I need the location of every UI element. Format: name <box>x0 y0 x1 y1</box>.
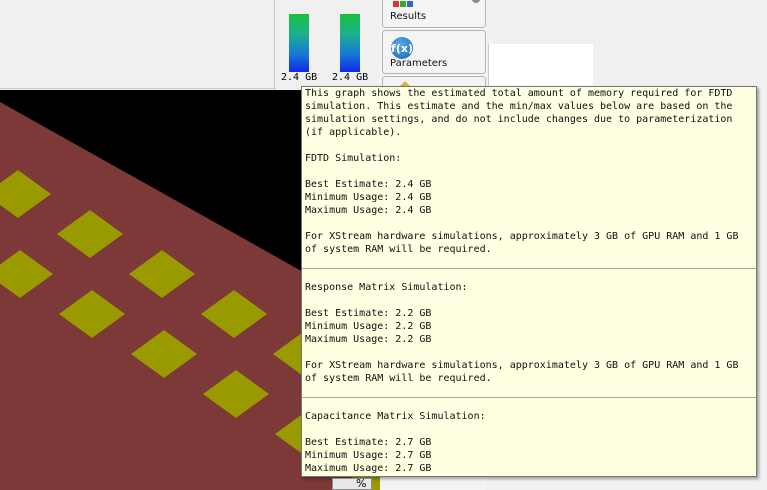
memory-panel <box>0 0 309 89</box>
tooltip-intro: This graph shows the estimated total amo… <box>305 88 739 138</box>
parameters-button[interactable]: f(x) Parameters <box>382 30 486 74</box>
fdtd-best-estimate: Best Estimate: 2.4 GB <box>305 179 432 190</box>
memory-bar-secondary[interactable] <box>340 14 360 72</box>
fdtd-xstream-note: For XStream hardware simulations, approx… <box>305 231 745 255</box>
response-minimum-usage: Minimum Usage: 2.2 GB <box>305 321 432 332</box>
capacitance-maximum-usage: Maximum Usage: 2.7 GB <box>305 463 432 474</box>
results-button[interactable]: Results <box>382 0 486 28</box>
parameters-label: Parameters <box>390 58 448 69</box>
response-section-title: Response Matrix Simulation: <box>305 282 468 293</box>
response-xstream-note: For XStream hardware simulations, approx… <box>305 360 745 384</box>
capacitance-minimum-usage: Minimum Usage: 2.7 GB <box>305 450 432 461</box>
fdtd-minimum-usage: Minimum Usage: 2.4 GB <box>305 192 432 203</box>
results-label: Results <box>390 11 427 22</box>
capacitance-best-estimate: Best Estimate: 2.7 GB <box>305 437 432 448</box>
tooltip-separator <box>302 268 756 269</box>
dropdown-corner-icon <box>471 0 481 3</box>
fdtd-maximum-usage: Maximum Usage: 2.4 GB <box>305 205 432 216</box>
memory-bar-label-2: 2.4 GB <box>332 72 369 83</box>
memory-estimate-tooltip: This graph shows the estimated total amo… <box>301 86 757 477</box>
panel-divider <box>274 0 275 90</box>
fdtd-section-title: FDTD Simulation: <box>305 153 402 164</box>
capacitance-section-title: Capacitance Matrix Simulation: <box>305 411 486 422</box>
memory-bar-fdtd[interactable] <box>289 14 309 72</box>
tooltip-separator <box>302 397 756 398</box>
response-best-estimate: Best Estimate: 2.2 GB <box>305 308 432 319</box>
memory-bar-label-1: 2.4 GB <box>281 72 318 83</box>
percent-label: % <box>356 477 367 490</box>
top-right-area <box>593 0 767 90</box>
results-icon <box>393 1 413 7</box>
response-maximum-usage: Maximum Usage: 2.2 GB <box>305 334 432 345</box>
function-icon: f(x) <box>391 37 413 59</box>
